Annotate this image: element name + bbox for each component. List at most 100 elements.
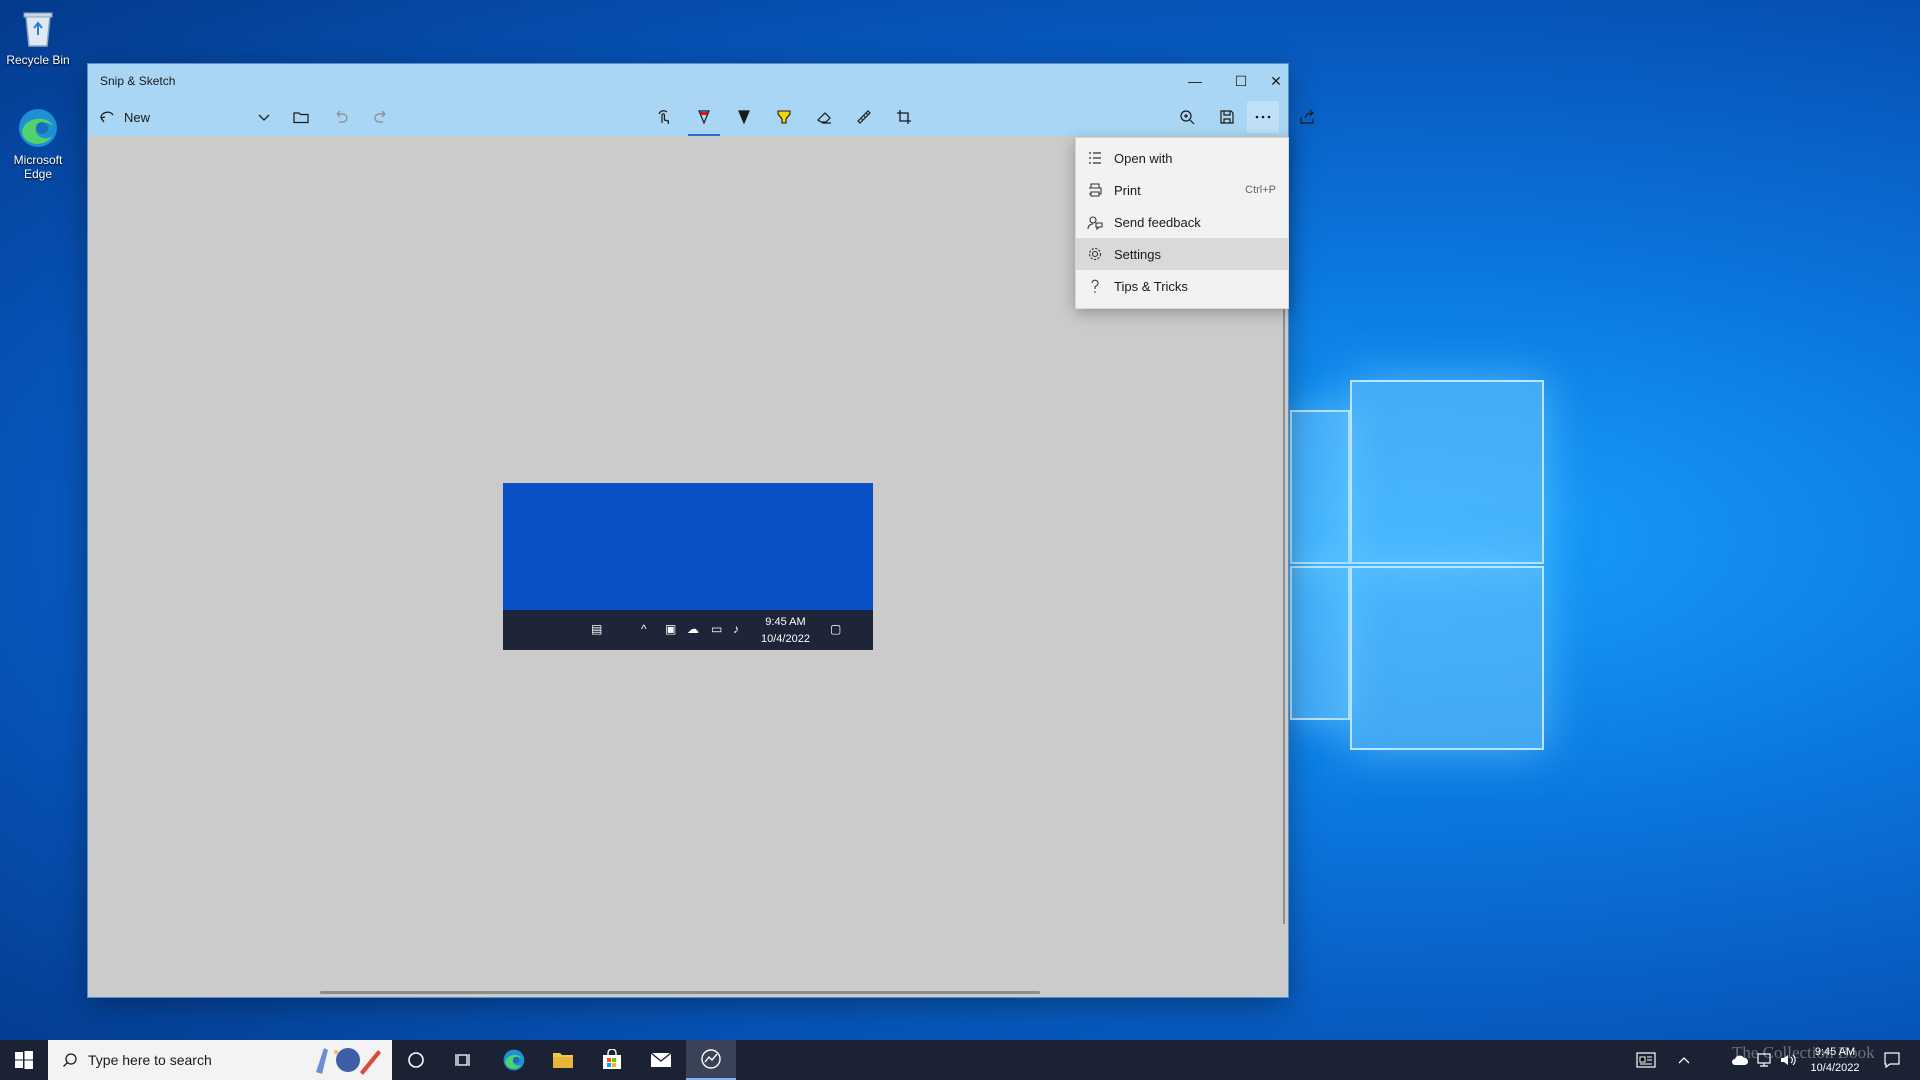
search-icon (63, 1053, 77, 1067)
task-view-icon (455, 1054, 470, 1066)
share-icon (1300, 109, 1314, 124)
gear-icon (1086, 245, 1104, 263)
share-button[interactable] (1291, 101, 1323, 133)
close-icon: ✕ (1270, 72, 1282, 89)
minimize-button[interactable]: — (1172, 64, 1218, 98)
snip-date: 10/4/2022 (761, 633, 810, 645)
highlighter-button[interactable] (768, 101, 800, 133)
close-button[interactable]: ✕ (1264, 64, 1288, 98)
new-snip-options-button[interactable] (248, 101, 280, 133)
more-icon (1255, 115, 1271, 119)
save-button[interactable] (1211, 101, 1243, 133)
search-highlight-icon (316, 1048, 381, 1075)
menu-item-shortcut: Ctrl+P (1245, 184, 1276, 196)
cortana-icon (408, 1052, 424, 1068)
horizontal-scrollbar[interactable] (320, 991, 1040, 994)
windows-logo-wallpaper (1290, 380, 1544, 750)
windows-start-icon (15, 1051, 33, 1069)
vertical-scrollbar[interactable] (1283, 304, 1285, 924)
snip-sketch-icon (701, 1049, 721, 1069)
snip-time: 9:45 AM (765, 616, 806, 628)
watermark: The Collection Book (1732, 1043, 1875, 1063)
menu-item-label: Tips & Tricks (1114, 278, 1188, 294)
undo-icon (336, 110, 348, 123)
menu-item-send-feedback[interactable]: Send feedback (1076, 206, 1288, 238)
news-icon: ▤ (591, 622, 603, 636)
desktop-icon-recycle-bin[interactable]: Recycle Bin (6, 6, 70, 67)
taskbar-edge[interactable] (490, 1040, 538, 1080)
ruler-button[interactable] (848, 101, 880, 133)
snip-clock: 9:45 AM 10/4/2022 (761, 614, 810, 648)
new-snip-icon (98, 107, 116, 128)
folder-icon (293, 112, 309, 124)
open-file-button[interactable] (285, 101, 317, 133)
menu-item-label: Print (1114, 182, 1141, 198)
menu-item-tips-tricks[interactable]: Tips & Tricks (1076, 270, 1288, 302)
taskbar: Type here to search 9:45 AM 10/4/2022 (0, 1040, 1920, 1080)
maximize-icon: ☐ (1234, 72, 1248, 89)
taskbar-file-explorer[interactable] (539, 1040, 587, 1080)
minimize-icon: — (1188, 73, 1202, 89)
snip-preview-image: ▤ ^ ▣ ☁ ▭ ♪ 9:45 AM 10/4/2022 ▢ (503, 483, 873, 650)
taskbar-snip-sketch[interactable] (686, 1040, 736, 1080)
taskbar-store[interactable] (588, 1040, 636, 1080)
menu-item-label: Send feedback (1114, 214, 1201, 230)
desktop-icon-label: Recycle Bin (6, 53, 70, 67)
edge-icon (16, 106, 60, 150)
action-center-button[interactable] (1872, 1040, 1912, 1080)
news-icon (1636, 1052, 1656, 1068)
recycle-bin-icon (16, 6, 60, 50)
chevron-up-icon: ^ (641, 622, 647, 636)
edge-icon (503, 1049, 525, 1071)
redo-button[interactable] (365, 101, 397, 133)
title-bar[interactable]: Snip & Sketch — ☐ ✕ (88, 64, 1288, 98)
new-snip-button[interactable]: New (98, 101, 150, 133)
network-icon: ▭ (711, 622, 723, 636)
touch-writing-button[interactable] (648, 101, 680, 133)
search-placeholder: Type here to search (88, 1052, 212, 1068)
feedback-icon (1086, 213, 1104, 231)
news-button[interactable] (1626, 1040, 1666, 1080)
chevron-up-icon (1678, 1057, 1690, 1064)
cortana-button[interactable] (392, 1040, 440, 1080)
watermark-text: The Collection Book (1732, 1043, 1875, 1062)
crop-icon (897, 110, 911, 124)
menu-item-label: Settings (1114, 246, 1161, 262)
crop-button[interactable] (888, 101, 920, 133)
taskbar-search-box[interactable]: Type here to search (48, 1040, 392, 1080)
eraser-icon (817, 112, 831, 124)
redo-icon (374, 110, 386, 123)
new-snip-label: New (124, 109, 151, 125)
menu-item-print[interactable]: Print Ctrl+P (1076, 174, 1288, 206)
undo-button[interactable] (325, 101, 357, 133)
pencil-button[interactable] (728, 101, 760, 133)
show-hidden-icons-button[interactable] (1672, 1040, 1696, 1080)
touch-writing-icon (658, 110, 669, 124)
zoom-button[interactable] (1171, 101, 1203, 133)
maximize-button[interactable]: ☐ (1218, 64, 1264, 98)
task-view-button[interactable] (440, 1040, 488, 1080)
store-icon (603, 1049, 621, 1069)
meet-icon: ▣ (665, 622, 677, 636)
more-button[interactable] (1247, 101, 1279, 133)
zoom-icon (1180, 110, 1195, 125)
taskbar-mail[interactable] (637, 1040, 685, 1080)
onedrive-icon: ☁ (687, 622, 699, 636)
mail-icon (650, 1052, 672, 1067)
eraser-button[interactable] (808, 101, 840, 133)
menu-item-settings[interactable]: Settings (1076, 238, 1288, 270)
folder-icon (553, 1053, 573, 1068)
desktop-icon-edge[interactable]: Microsoft Edge (6, 106, 70, 181)
ballpoint-pen-button[interactable] (688, 101, 720, 137)
chevron-down-icon (258, 114, 270, 121)
save-icon (1220, 110, 1234, 124)
start-button[interactable] (0, 1040, 48, 1080)
volume-icon: ♪ (733, 622, 739, 636)
highlighter-icon (777, 110, 791, 124)
snip-taskbar: ▤ ^ ▣ ☁ ▭ ♪ 9:45 AM 10/4/2022 ▢ (503, 610, 873, 650)
desktop-icon-label: Microsoft Edge (13, 153, 63, 181)
menu-item-open-with[interactable]: Open with (1076, 142, 1288, 174)
question-icon (1086, 277, 1104, 295)
open-with-icon (1086, 149, 1104, 167)
toolbar: New (88, 98, 1314, 137)
